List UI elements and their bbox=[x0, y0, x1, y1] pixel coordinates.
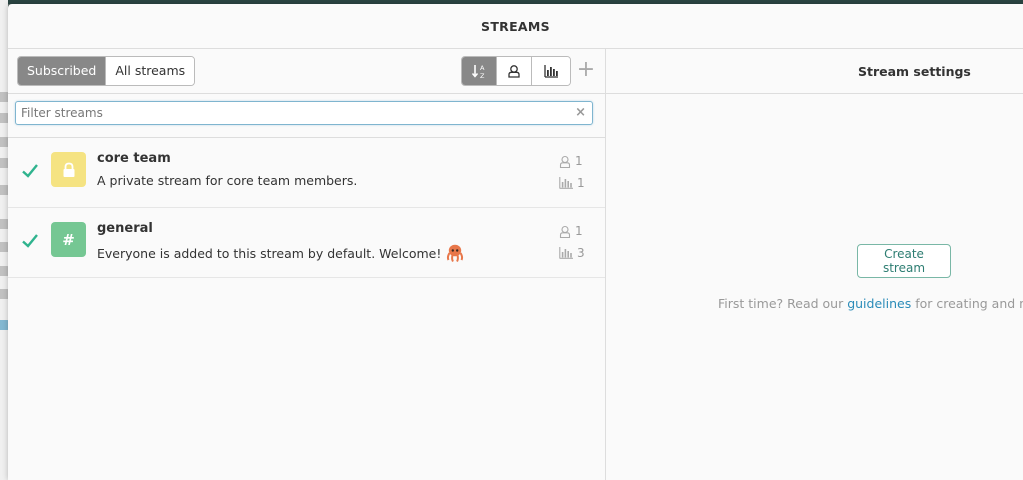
tab-all-streams[interactable]: All streams bbox=[105, 57, 195, 85]
overlay-title: STREAMS bbox=[8, 4, 1023, 49]
stream-row-core-team[interactable]: core team A private stream for core team… bbox=[8, 138, 605, 208]
first-time-suffix: for creating and naming streams. bbox=[915, 296, 1023, 311]
first-time-hint: First time? Read our guidelines for crea… bbox=[718, 296, 1023, 311]
stream-settings-header: Stream settings bbox=[606, 49, 1023, 94]
bar-chart-icon bbox=[543, 65, 558, 78]
filter-streams-input[interactable] bbox=[16, 102, 566, 124]
stream-settings-title: Stream settings bbox=[858, 63, 971, 79]
bar-chart-icon bbox=[559, 177, 573, 189]
sort-by-activity-button[interactable] bbox=[531, 57, 570, 85]
octopus-icon bbox=[447, 244, 464, 263]
stream-name: core team bbox=[97, 151, 171, 166]
checkmark-icon[interactable] bbox=[21, 162, 39, 180]
bar-chart-icon bbox=[559, 247, 573, 259]
stream-description: A private stream for core team members. bbox=[97, 173, 357, 188]
streams-overlay: STREAMS Subscribed All streams A Z + Fil… bbox=[8, 4, 1023, 480]
svg-text:Z: Z bbox=[480, 72, 485, 79]
sort-by-subscribers-button[interactable] bbox=[496, 57, 531, 85]
sort-by-name-button[interactable]: A Z bbox=[462, 57, 496, 85]
subscription-tabs: Subscribed All streams bbox=[17, 56, 196, 86]
stream-description-text: Everyone is added to this stream by defa… bbox=[97, 245, 442, 261]
subscriber-count: 1 bbox=[559, 224, 583, 238]
user-icon bbox=[559, 225, 571, 238]
add-stream-button[interactable]: + bbox=[575, 57, 597, 83]
guidelines-link[interactable]: guidelines bbox=[847, 296, 911, 311]
checkmark-icon[interactable] bbox=[21, 232, 39, 250]
user-icon bbox=[559, 155, 571, 168]
create-stream-button[interactable]: Create stream bbox=[857, 244, 951, 278]
weekly-traffic-value: 3 bbox=[577, 246, 585, 260]
svg-text:A: A bbox=[480, 64, 485, 72]
subscriber-count-value: 1 bbox=[575, 224, 583, 238]
weekly-traffic: 3 bbox=[559, 246, 585, 260]
user-icon bbox=[508, 65, 520, 78]
stream-settings-panel: Stream settings Create stream First time… bbox=[606, 49, 1023, 480]
subscriber-count: 1 bbox=[559, 154, 583, 168]
sort-alphabetical-icon: A Z bbox=[471, 64, 485, 79]
background-app bbox=[0, 0, 8, 480]
filter-box: × bbox=[15, 101, 593, 125]
weekly-traffic: 1 bbox=[559, 176, 585, 190]
streams-toolbar: Subscribed All streams A Z + bbox=[8, 49, 605, 94]
clear-filter-icon[interactable]: × bbox=[575, 105, 586, 120]
stream-description-text: A private stream for core team members. bbox=[97, 173, 358, 188]
stream-row-general[interactable]: # general Everyone is added to this stre… bbox=[8, 208, 605, 278]
sort-toggle-group: A Z bbox=[461, 56, 571, 86]
weekly-traffic-value: 1 bbox=[577, 176, 585, 190]
stream-name: general bbox=[97, 221, 153, 236]
stream-description: Everyone is added to this stream by defa… bbox=[97, 243, 465, 263]
tab-subscribed[interactable]: Subscribed bbox=[18, 57, 106, 85]
filter-row: × bbox=[8, 94, 605, 138]
first-time-prefix: First time? Read our bbox=[718, 296, 848, 311]
subscriber-count-value: 1 bbox=[575, 154, 583, 168]
lock-icon bbox=[51, 152, 86, 187]
hashtag-icon: # bbox=[51, 222, 86, 257]
streams-list-panel: Subscribed All streams A Z + Filter stre… bbox=[8, 49, 606, 480]
